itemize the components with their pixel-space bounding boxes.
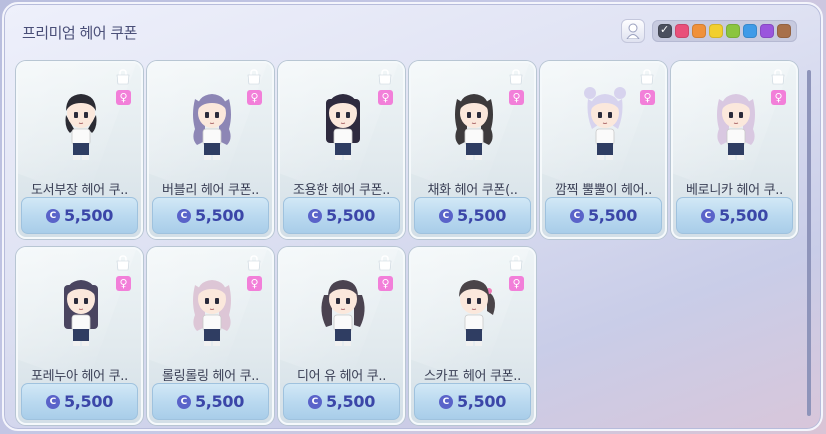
color-swatch-orange[interactable] bbox=[692, 24, 706, 38]
character-preview bbox=[56, 85, 106, 163]
item-card[interactable]: ♀ 깜찍 뿔뿔이 헤어.. C 5,500 bbox=[540, 61, 667, 239]
shopping-bag-icon[interactable] bbox=[377, 255, 393, 271]
item-price: 5,500 bbox=[456, 392, 507, 411]
item-card[interactable]: ♀ 조용한 헤어 쿠폰.. C 5,500 bbox=[278, 61, 405, 239]
shopping-bag-icon[interactable] bbox=[508, 255, 524, 271]
female-icon: ♀ bbox=[378, 276, 393, 291]
item-card[interactable]: ♀ 베로니카 헤어 쿠.. C 5,500 bbox=[671, 61, 798, 239]
item-name: 디어 유 헤어 쿠.. bbox=[296, 369, 387, 384]
item-card[interactable]: ♀ 롤링롤링 헤어 쿠.. C 5,500 bbox=[147, 247, 274, 425]
item-price: 5,500 bbox=[194, 206, 245, 225]
shopping-bag-icon[interactable] bbox=[115, 255, 131, 271]
item-name: 롤링롤링 헤어 쿠.. bbox=[162, 369, 259, 384]
item-price: 5,500 bbox=[325, 206, 376, 225]
item-name: 조용한 헤어 쿠폰.. bbox=[293, 183, 390, 198]
female-icon: ♀ bbox=[247, 276, 262, 291]
item-card[interactable]: ♀ 버블리 헤어 쿠폰.. C 5,500 bbox=[147, 61, 274, 239]
coin-icon: C bbox=[307, 208, 322, 223]
character-preview bbox=[580, 85, 630, 163]
item-price: 5,500 bbox=[63, 392, 114, 411]
item-name: 도서부장 헤어 쿠.. bbox=[31, 183, 128, 198]
shopping-bag-icon[interactable] bbox=[246, 69, 262, 85]
item-price: 5,500 bbox=[325, 392, 376, 411]
character-preview bbox=[56, 271, 106, 349]
item-name: 깜찍 뿔뿔이 헤어.. bbox=[555, 183, 652, 198]
coin-icon: C bbox=[307, 394, 322, 409]
item-price: 5,500 bbox=[63, 206, 114, 225]
color-swatch-brown[interactable] bbox=[777, 24, 791, 38]
shopping-bag-icon[interactable] bbox=[115, 69, 131, 85]
character-preview bbox=[318, 271, 368, 349]
shopping-bag-icon[interactable] bbox=[770, 69, 786, 85]
shopping-bag-icon[interactable] bbox=[246, 255, 262, 271]
color-swatch-red[interactable] bbox=[675, 24, 689, 38]
shopping-bag-icon[interactable] bbox=[639, 69, 655, 85]
coin-icon: C bbox=[176, 208, 191, 223]
item-name: 포레누아 헤어 쿠.. bbox=[31, 369, 128, 384]
color-filter-bar bbox=[652, 20, 797, 42]
item-card[interactable]: ♀ 스카프 헤어 쿠폰.. C 5,500 bbox=[409, 247, 536, 425]
item-card[interactable]: ♀ 도서부장 헤어 쿠.. C 5,500 bbox=[16, 61, 143, 239]
item-name: 버블리 헤어 쿠폰.. bbox=[162, 183, 259, 198]
buy-button[interactable]: C 5,500 bbox=[545, 197, 662, 234]
coin-icon: C bbox=[45, 208, 60, 223]
buy-button[interactable]: C 5,500 bbox=[414, 383, 531, 420]
coupon-shop-panel: 프리미엄 헤어 쿠폰 ♀ 도서부장 헤어 쿠.. C 5,500 bbox=[2, 2, 823, 431]
shopping-bag-icon[interactable] bbox=[508, 69, 524, 85]
color-swatch-blue[interactable] bbox=[743, 24, 757, 38]
character-preview bbox=[318, 85, 368, 163]
coin-icon: C bbox=[700, 208, 715, 223]
buy-button[interactable]: C 5,500 bbox=[21, 197, 138, 234]
gender-filter-button[interactable] bbox=[621, 19, 645, 43]
character-preview bbox=[187, 271, 237, 349]
female-icon: ♀ bbox=[247, 90, 262, 105]
coin-icon: C bbox=[438, 394, 453, 409]
item-card[interactable]: ♀ 포레누아 헤어 쿠.. C 5,500 bbox=[16, 247, 143, 425]
female-icon: ♀ bbox=[116, 90, 131, 105]
coin-icon: C bbox=[569, 208, 584, 223]
item-name: 베로니카 헤어 쿠.. bbox=[686, 183, 783, 198]
item-grid: ♀ 도서부장 헤어 쿠.. C 5,500 ♀ 버블리 헤어 쿠폰.. C 5,… bbox=[16, 61, 798, 425]
panel-title: 프리미엄 헤어 쿠폰 bbox=[22, 24, 137, 42]
buy-button[interactable]: C 5,500 bbox=[283, 383, 400, 420]
buy-button[interactable]: C 5,500 bbox=[414, 197, 531, 234]
female-icon: ♀ bbox=[509, 90, 524, 105]
character-preview bbox=[711, 85, 761, 163]
buy-button[interactable]: C 5,500 bbox=[152, 197, 269, 234]
buy-button[interactable]: C 5,500 bbox=[21, 383, 138, 420]
item-card[interactable]: ♀ 채화 헤어 쿠폰(.. C 5,500 bbox=[409, 61, 536, 239]
item-name: 스카프 헤어 쿠폰.. bbox=[424, 369, 521, 384]
female-icon: ♀ bbox=[509, 276, 524, 291]
coin-icon: C bbox=[45, 394, 60, 409]
person-icon bbox=[626, 23, 640, 39]
color-swatch-yellow[interactable] bbox=[709, 24, 723, 38]
female-icon: ♀ bbox=[116, 276, 131, 291]
character-preview bbox=[449, 271, 499, 349]
color-swatch-purple[interactable] bbox=[760, 24, 774, 38]
item-price: 5,500 bbox=[587, 206, 638, 225]
buy-button[interactable]: C 5,500 bbox=[676, 197, 793, 234]
color-swatch-all[interactable] bbox=[658, 23, 672, 38]
buy-button[interactable]: C 5,500 bbox=[283, 197, 400, 234]
female-icon: ♀ bbox=[771, 90, 786, 105]
coin-icon: C bbox=[176, 394, 191, 409]
female-icon: ♀ bbox=[378, 90, 393, 105]
item-price: 5,500 bbox=[718, 206, 769, 225]
female-icon: ♀ bbox=[640, 90, 655, 105]
item-name: 채화 헤어 쿠폰(.. bbox=[427, 183, 518, 198]
color-swatch-green[interactable] bbox=[726, 24, 740, 38]
character-preview bbox=[187, 85, 237, 163]
item-price: 5,500 bbox=[456, 206, 507, 225]
shopping-bag-icon[interactable] bbox=[377, 69, 393, 85]
character-preview bbox=[449, 85, 499, 163]
item-price: 5,500 bbox=[194, 392, 245, 411]
filter-toolbar bbox=[621, 19, 797, 43]
scrollbar[interactable] bbox=[807, 70, 811, 416]
item-card[interactable]: ♀ 디어 유 헤어 쿠.. C 5,500 bbox=[278, 247, 405, 425]
buy-button[interactable]: C 5,500 bbox=[152, 383, 269, 420]
coin-icon: C bbox=[438, 208, 453, 223]
